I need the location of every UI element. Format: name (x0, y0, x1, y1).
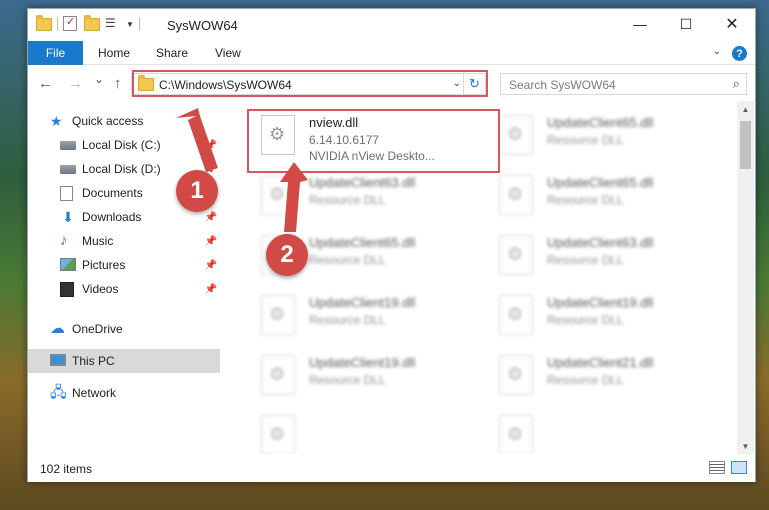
arrow-2-icon (280, 162, 308, 232)
step-badge-2: 2 (266, 234, 308, 276)
step-badge-1: 1 (176, 170, 218, 212)
arrow-1-icon (176, 108, 218, 172)
annotation-arrows (176, 108, 308, 232)
